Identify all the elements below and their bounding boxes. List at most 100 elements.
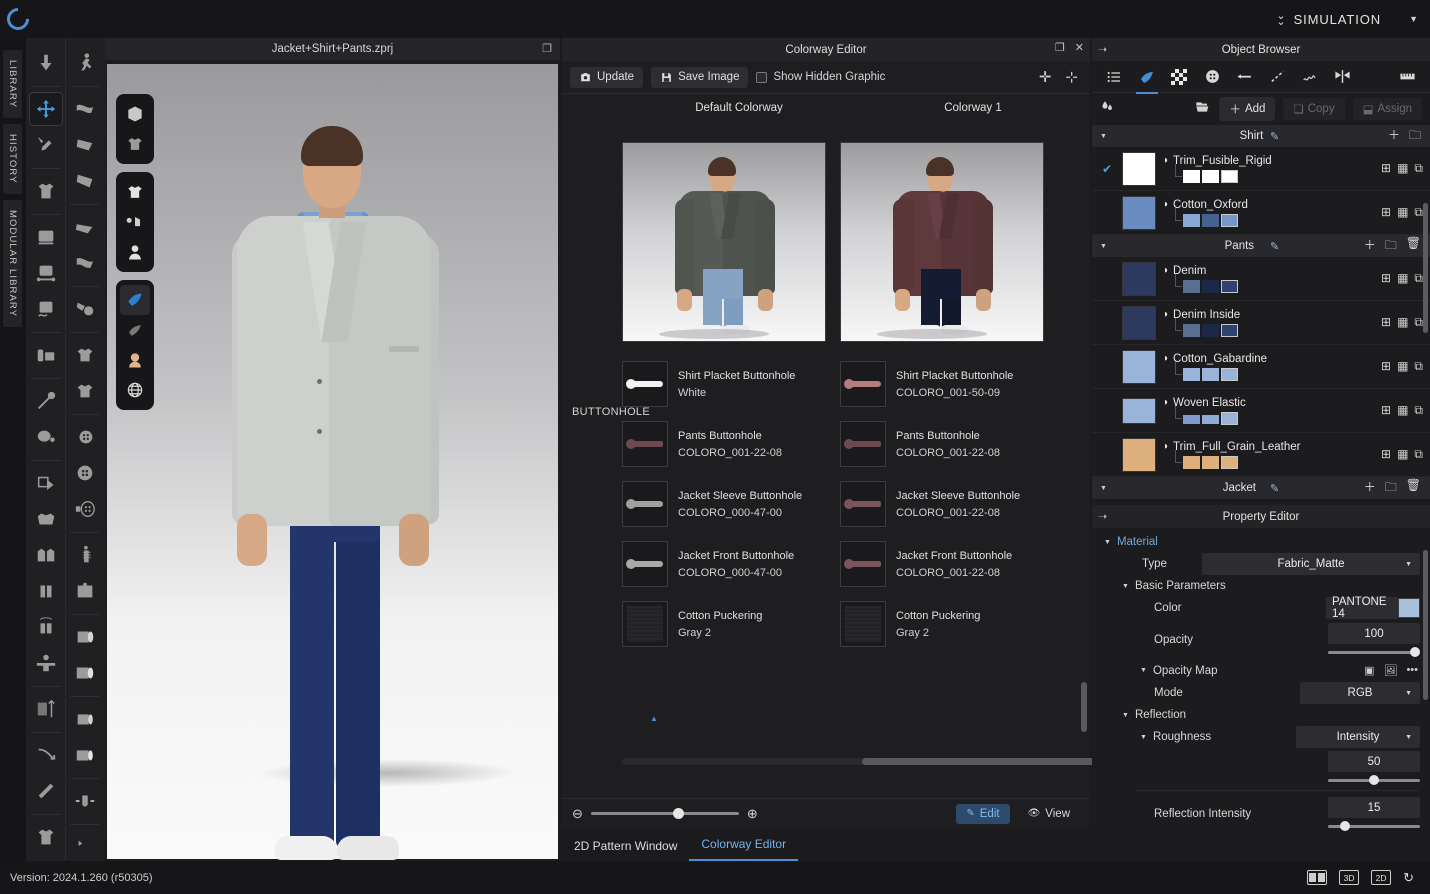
avatar-arms-icon[interactable] (29, 646, 63, 680)
roughness-slider[interactable] (1328, 775, 1420, 785)
add-material-icon[interactable]: ＋ (1388, 126, 1400, 147)
chip[interactable] (1183, 279, 1200, 293)
tab-fabric-icon[interactable] (1134, 64, 1160, 94)
chevron-down-icon[interactable]: ▼ (1092, 243, 1115, 250)
reset-view-icon[interactable]: ↻ (1403, 870, 1414, 886)
scale-garment-icon[interactable] (29, 692, 63, 726)
table-row[interactable]: Jacket Sleeve Buttonhole COLORO_000-47-0… (622, 474, 1090, 534)
duplicate-icon[interactable]: ⧉ (1414, 315, 1423, 330)
delete-group-icon[interactable]: 🗑 (1406, 236, 1421, 257)
environment-globe-icon[interactable] (120, 375, 150, 405)
select-mesh-brush-icon[interactable] (29, 128, 63, 162)
zipper-panel-icon[interactable] (68, 574, 102, 608)
tab-2d-pattern-window[interactable]: 2D Pattern Window (562, 832, 689, 861)
chip[interactable] (1221, 323, 1238, 337)
pattern-assign-icon[interactable]: ▦ (1397, 315, 1408, 330)
pleat-knife-icon[interactable] (68, 128, 102, 162)
lock-button-icon[interactable] (68, 492, 102, 526)
duplicate-icon[interactable]: ⧉ (1414, 271, 1423, 286)
chevron-down-icon[interactable]: ▼ (1092, 133, 1115, 140)
fold-arrange-icon[interactable] (29, 466, 63, 500)
zoom-in-icon[interactable]: ⊕ (747, 806, 758, 822)
material-swatch[interactable] (1122, 437, 1156, 472)
pattern-assign-icon[interactable]: ▦ (1397, 161, 1408, 176)
mode-select[interactable]: RGB ▼ (1300, 682, 1420, 704)
magnet-spread-icon[interactable] (68, 784, 102, 818)
add-material-icon[interactable]: ＋ (1364, 478, 1376, 499)
colorway-cell-1[interactable]: Jacket Sleeve Buttonhole COLORO_001-22-0… (840, 474, 1044, 534)
zoom-slider[interactable]: ⊖ ⊕ (572, 806, 758, 822)
flatten-garment-icon[interactable] (29, 502, 63, 536)
folder-icon[interactable]: 🗀 (1409, 126, 1421, 147)
material-row-denim[interactable]: ◗ Denim ⊞ ▦ ⧉ (1092, 257, 1430, 301)
chevron-down-icon[interactable]: ▼ (1104, 539, 1111, 546)
section-reflection[interactable]: ▼ Reflection (1092, 705, 1430, 725)
skin-tone-icon[interactable] (120, 345, 150, 375)
3d-canvas[interactable] (107, 64, 558, 860)
tab-elastic-icon[interactable] (1232, 64, 1258, 90)
pattern-texture-icon[interactable] (68, 374, 102, 408)
section-material[interactable]: ▼ Material (1092, 532, 1430, 552)
show-avatar-icon[interactable] (120, 237, 150, 267)
rename-group-icon[interactable]: ✎ (1270, 482, 1279, 495)
collapse-panel-icon[interactable]: ➝ (1098, 510, 1107, 523)
split-view-button[interactable] (1307, 870, 1328, 885)
chip[interactable] (1183, 455, 1200, 469)
fabric-roll-a-icon[interactable] (68, 620, 102, 654)
object-browser-scrollbar[interactable] (1423, 203, 1428, 333)
colorway-cell-1[interactable]: Shirt Placket Buttonhole COLORO_001-50-0… (840, 354, 1044, 414)
pattern-assign-icon[interactable]: ▦ (1397, 403, 1408, 418)
open-garment-icon[interactable] (29, 538, 63, 572)
chip[interactable] (1202, 323, 1219, 337)
table-row[interactable]: Cotton Puckering Gray 2 Cotton Puckering… (622, 594, 1090, 654)
table-row[interactable]: Shirt Placket Buttonhole White Shirt Pla… (622, 354, 1090, 414)
rotate-cylinder-icon[interactable] (29, 610, 63, 644)
add-to-icon[interactable]: ⊞ (1381, 205, 1391, 220)
chevron-down-icon[interactable]: ▼ (1140, 667, 1147, 674)
chip[interactable] (1183, 323, 1200, 337)
chevron-down-icon[interactable]: ▼ (1140, 734, 1147, 741)
tab-checker-icon[interactable] (1166, 64, 1192, 90)
chip[interactable] (1221, 279, 1238, 293)
tab-topstitch-icon[interactable] (1264, 64, 1290, 90)
chip[interactable] (1221, 169, 1238, 183)
more-tools-icon[interactable] (68, 830, 102, 864)
chevron-down-icon[interactable]: ▼ (1122, 712, 1129, 719)
measure-garment-icon[interactable] (29, 820, 63, 854)
view-mode-button[interactable]: 👁 View (1018, 804, 1080, 824)
tab-button-icon[interactable] (1199, 64, 1225, 90)
avatar-pose-icon[interactable] (29, 338, 63, 372)
pattern-assign-icon[interactable]: ▦ (1397, 205, 1408, 220)
texture-grid-icon[interactable]: ▣ (1364, 664, 1374, 677)
tack-tool-icon[interactable] (29, 420, 63, 454)
show-hidden-graphic-checkbox[interactable]: Show Hidden Graphic (756, 71, 885, 83)
float-window-icon[interactable]: ❐ (1055, 41, 1065, 54)
roughness-value-input[interactable]: 50 (1328, 751, 1420, 772)
pleat-fold-icon[interactable] (68, 92, 102, 126)
zipper-tool-icon[interactable] (68, 538, 102, 572)
close-icon[interactable]: ✕ (1075, 41, 1084, 54)
chip[interactable] (1183, 367, 1200, 381)
section-basic-parameters[interactable]: ▼ Basic Parameters (1092, 576, 1430, 596)
pin-tool-icon[interactable] (29, 384, 63, 418)
chip[interactable] (1221, 455, 1238, 469)
save-image-button[interactable]: Save Image (651, 66, 749, 88)
material-row-trim-fusible-rigid[interactable]: ✔ ◗ Trim_Fusible_Rigid ⊞ ▦ ⧉ (1092, 147, 1430, 191)
tab-list-icon[interactable] (1101, 64, 1127, 90)
tab-symmetry-icon[interactable] (1329, 64, 1355, 90)
duplicate-icon[interactable]: ⧉ (1414, 447, 1423, 462)
chip[interactable] (1183, 414, 1200, 424)
table-row[interactable]: Jacket Front Buttonhole COLORO_000-47-00… (622, 534, 1090, 594)
tab-colorway-editor[interactable]: Colorway Editor (689, 830, 799, 861)
show-pattern-icon[interactable] (120, 207, 150, 237)
buttonhole-tool-icon[interactable] (68, 456, 102, 490)
drape-fold-icon[interactable] (68, 210, 102, 244)
pattern-assign-icon[interactable]: ▦ (1397, 359, 1408, 374)
tab-stitch-icon[interactable] (1297, 64, 1323, 90)
gravity-tool-icon[interactable] (29, 46, 63, 80)
segment-sewing-icon[interactable] (29, 256, 63, 290)
chevron-down-icon[interactable]: ▼ (1092, 485, 1115, 492)
material-row-cotton-gabardine[interactable]: ◗ Cotton_Gabardine ⊞ ▦ ⧉ (1092, 345, 1430, 389)
group-header-jacket[interactable]: ▼ Jacket ✎ ＋ 🗀 🗑 (1092, 477, 1430, 499)
type-select[interactable]: Fabric_Matte ▼ (1202, 553, 1420, 575)
